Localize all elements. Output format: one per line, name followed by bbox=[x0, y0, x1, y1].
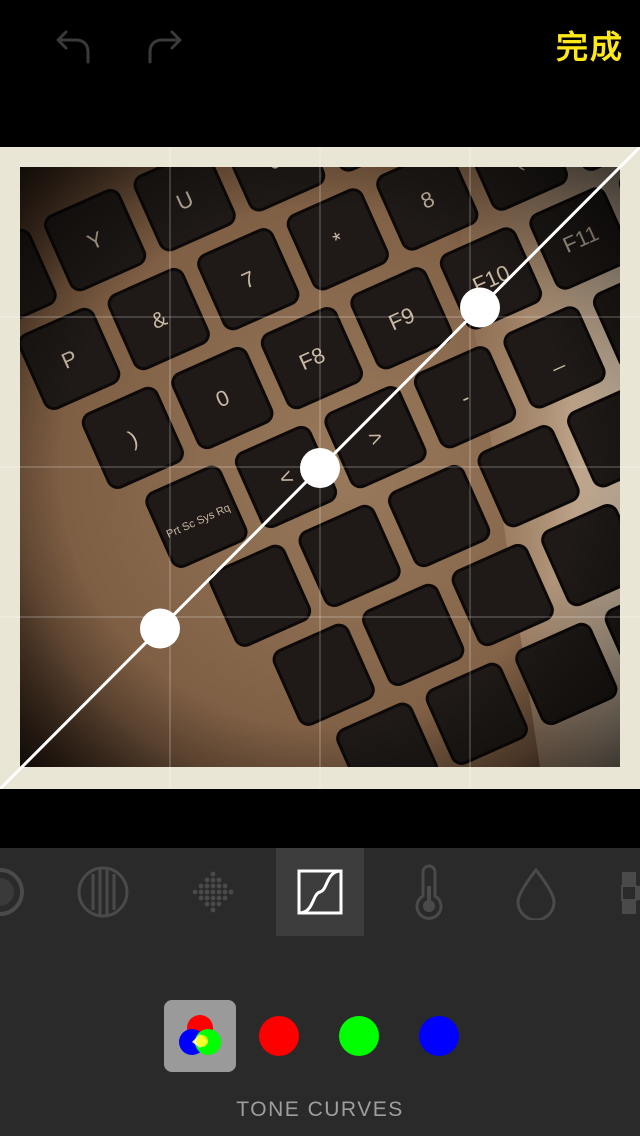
curve-control-point[interactable] bbox=[140, 608, 180, 649]
tool-tone-curves[interactable] bbox=[276, 848, 364, 936]
grain-dot bbox=[210, 907, 216, 913]
redo-arrow-icon bbox=[148, 30, 182, 64]
grain-dot bbox=[222, 889, 228, 895]
tool-texture[interactable] bbox=[588, 848, 640, 936]
undo-button[interactable] bbox=[48, 18, 100, 70]
grain-dot bbox=[222, 883, 228, 889]
grain-dot bbox=[198, 889, 204, 895]
grain-dot bbox=[228, 889, 234, 895]
grain-dot bbox=[210, 871, 216, 877]
channel-rgb-button[interactable] bbox=[164, 1000, 236, 1072]
rgb-channels-icon bbox=[179, 1015, 221, 1055]
grain-dot bbox=[204, 877, 210, 883]
grain-dot bbox=[210, 901, 216, 907]
grain-dot bbox=[204, 901, 210, 907]
red-channel-dot bbox=[259, 1016, 299, 1056]
grain-dot bbox=[204, 895, 210, 901]
grain-dot bbox=[198, 883, 204, 889]
channel-red-button[interactable] bbox=[243, 1000, 315, 1072]
vignette-icon bbox=[0, 868, 24, 916]
channel-green-button[interactable] bbox=[323, 1000, 395, 1072]
tone-curve-editor[interactable] bbox=[0, 147, 640, 789]
lines-icon bbox=[77, 866, 129, 918]
done-button[interactable]: 完成 bbox=[556, 22, 624, 68]
grain-dot bbox=[210, 877, 216, 883]
tool-vignette[interactable] bbox=[0, 848, 44, 936]
curve-control-point[interactable] bbox=[300, 448, 340, 488]
tool-grain[interactable] bbox=[169, 848, 257, 936]
top-bar: 完成 bbox=[0, 0, 640, 90]
drop-icon bbox=[516, 867, 556, 920]
grain-dot bbox=[222, 895, 228, 901]
grain-dot bbox=[216, 895, 222, 901]
grain-dot bbox=[210, 895, 216, 901]
tool-saturation[interactable] bbox=[492, 848, 580, 936]
green-channel-dot bbox=[339, 1016, 379, 1056]
undo-arrow-icon bbox=[56, 30, 90, 64]
blue-channel-dot bbox=[419, 1016, 459, 1056]
grain-dot bbox=[216, 901, 222, 907]
tone-curve-panel: TONE CURVES bbox=[0, 936, 640, 1136]
tool-temperature[interactable] bbox=[385, 848, 473, 936]
grain-dot bbox=[204, 889, 210, 895]
adjustment-toolbar bbox=[0, 848, 640, 936]
grain-dot bbox=[210, 889, 216, 895]
curve-control-point[interactable] bbox=[460, 287, 500, 328]
grain-dot bbox=[216, 877, 222, 883]
grain-dot bbox=[216, 889, 222, 895]
panel-title: TONE CURVES bbox=[236, 1098, 404, 1121]
grain-dot bbox=[198, 895, 204, 901]
grain-dot bbox=[192, 889, 198, 895]
checker-icon bbox=[621, 872, 640, 914]
tool-lines[interactable] bbox=[59, 848, 147, 936]
grain-dot bbox=[210, 883, 216, 889]
channel-blue-button[interactable] bbox=[403, 1000, 475, 1072]
grain-icon bbox=[192, 871, 234, 913]
grain-dot bbox=[216, 883, 222, 889]
redo-button[interactable] bbox=[138, 18, 190, 70]
grain-dot bbox=[204, 883, 210, 889]
photo-frame: HYUJKIOP&7*8(9)0F8F9F10F11F12Prt Sc Sys … bbox=[0, 147, 640, 789]
thermometer-icon bbox=[415, 864, 443, 920]
tone-curve-icon bbox=[297, 869, 343, 915]
